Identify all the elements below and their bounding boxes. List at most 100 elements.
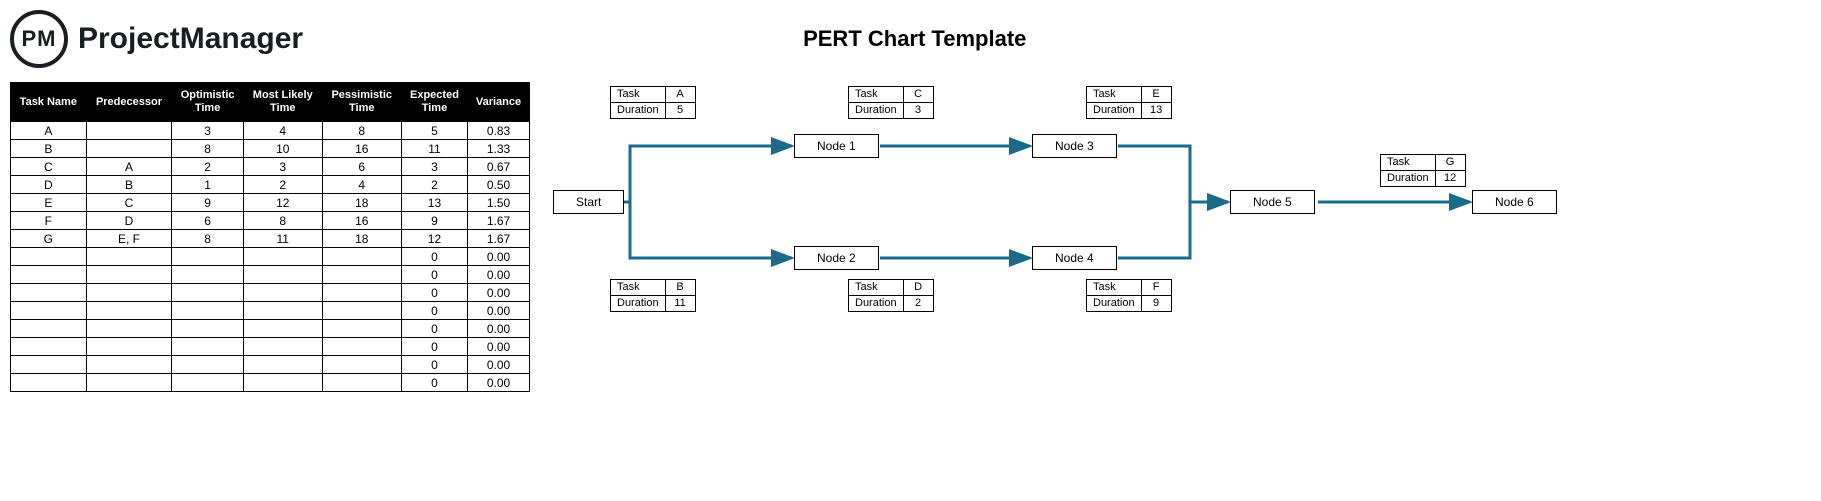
table-cell[interactable]: 2 [243,176,322,194]
table-cell[interactable]: 0.50 [468,176,530,194]
table-cell[interactable] [243,302,322,320]
table-cell[interactable] [243,266,322,284]
table-cell[interactable] [322,266,401,284]
table-cell[interactable]: 2 [401,176,467,194]
table-cell[interactable]: 0 [401,320,467,338]
table-cell[interactable]: 12 [401,230,467,248]
table-cell[interactable]: 6 [172,212,244,230]
table-cell[interactable]: 18 [322,194,401,212]
table-cell[interactable]: 1 [172,176,244,194]
table-cell[interactable]: 0.00 [468,248,530,266]
table-cell[interactable]: E [11,194,87,212]
table-cell[interactable] [243,338,322,356]
table-cell[interactable]: 1.33 [468,140,530,158]
table-cell[interactable]: 0.83 [468,122,530,140]
table-cell[interactable]: 11 [243,230,322,248]
table-cell[interactable] [172,284,244,302]
table-cell[interactable] [243,320,322,338]
table-cell[interactable] [243,356,322,374]
table-cell[interactable]: 11 [401,140,467,158]
table-cell[interactable]: E, F [86,230,172,248]
table-cell[interactable] [86,284,172,302]
table-cell[interactable]: 0 [401,284,467,302]
table-cell[interactable]: 2 [172,158,244,176]
table-cell[interactable] [243,248,322,266]
table-cell[interactable] [172,248,244,266]
table-cell[interactable]: 12 [243,194,322,212]
table-cell[interactable]: 3 [401,158,467,176]
table-cell[interactable] [172,320,244,338]
table-cell[interactable]: 0 [401,248,467,266]
table-cell[interactable]: 0.00 [468,302,530,320]
table-cell[interactable]: 1.67 [468,212,530,230]
table-cell[interactable]: 8 [172,140,244,158]
table-cell[interactable]: G [11,230,87,248]
table-cell[interactable] [86,356,172,374]
table-cell[interactable]: 4 [322,176,401,194]
table-cell[interactable]: 13 [401,194,467,212]
table-cell[interactable]: F [11,212,87,230]
table-cell[interactable] [172,266,244,284]
table-cell[interactable] [86,140,172,158]
table-cell[interactable]: 6 [322,158,401,176]
table-cell[interactable]: 1.67 [468,230,530,248]
table-cell[interactable]: 0.00 [468,356,530,374]
table-cell[interactable]: 8 [243,212,322,230]
table-cell[interactable]: 0.67 [468,158,530,176]
table-cell[interactable] [11,248,87,266]
table-cell[interactable]: 0.00 [468,284,530,302]
table-cell[interactable]: 0.00 [468,266,530,284]
table-cell[interactable]: 0 [401,302,467,320]
table-cell[interactable] [322,320,401,338]
table-cell[interactable]: 0 [401,356,467,374]
table-cell[interactable] [11,356,87,374]
table-cell[interactable] [172,374,244,392]
table-cell[interactable] [11,338,87,356]
table-cell[interactable] [11,320,87,338]
table-cell[interactable] [86,302,172,320]
table-cell[interactable]: 0.00 [468,338,530,356]
table-cell[interactable] [11,374,87,392]
table-cell[interactable]: 18 [322,230,401,248]
table-cell[interactable] [322,284,401,302]
table-cell[interactable] [172,338,244,356]
table-cell[interactable] [172,302,244,320]
table-cell[interactable]: 0 [401,374,467,392]
table-cell[interactable] [86,374,172,392]
table-cell[interactable]: 8 [322,122,401,140]
table-cell[interactable]: 0 [401,266,467,284]
table-cell[interactable] [322,356,401,374]
table-cell[interactable]: 0 [401,338,467,356]
table-cell[interactable] [322,374,401,392]
table-cell[interactable] [11,302,87,320]
table-cell[interactable] [86,266,172,284]
table-cell[interactable] [86,338,172,356]
table-cell[interactable]: 10 [243,140,322,158]
table-cell[interactable]: 8 [172,230,244,248]
table-cell[interactable]: 3 [172,122,244,140]
table-cell[interactable]: C [11,158,87,176]
table-cell[interactable] [322,248,401,266]
table-cell[interactable] [86,248,172,266]
table-cell[interactable] [86,122,172,140]
table-cell[interactable]: 0.00 [468,320,530,338]
table-cell[interactable]: 9 [401,212,467,230]
table-cell[interactable]: D [86,212,172,230]
table-cell[interactable] [86,320,172,338]
table-cell[interactable] [243,284,322,302]
table-cell[interactable]: 16 [322,140,401,158]
table-cell[interactable] [11,266,87,284]
table-cell[interactable]: 5 [401,122,467,140]
table-cell[interactable]: A [11,122,87,140]
table-cell[interactable]: 1.50 [468,194,530,212]
table-cell[interactable]: 3 [243,158,322,176]
table-cell[interactable] [172,356,244,374]
table-cell[interactable]: 9 [172,194,244,212]
table-cell[interactable]: C [86,194,172,212]
table-cell[interactable]: B [11,140,87,158]
table-cell[interactable] [11,284,87,302]
table-cell[interactable]: B [86,176,172,194]
table-cell[interactable] [322,302,401,320]
table-cell[interactable]: D [11,176,87,194]
table-cell[interactable]: 16 [322,212,401,230]
